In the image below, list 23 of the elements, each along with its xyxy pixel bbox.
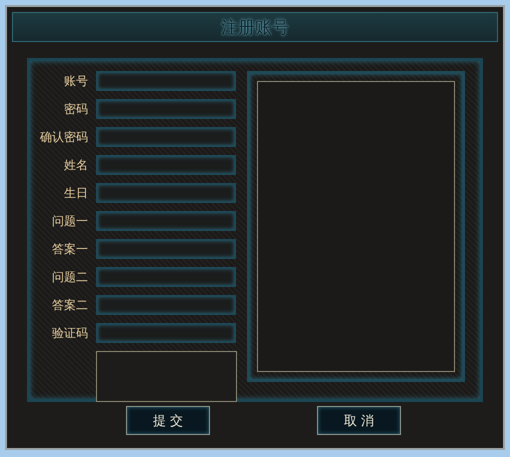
input-field[interactable] [96, 267, 236, 287]
dialog-button[interactable]: 提 交 [126, 406, 210, 435]
field-label: 姓名 [63, 156, 88, 174]
input-field[interactable] [96, 99, 236, 119]
field-label: 答案一 [51, 240, 88, 258]
window-title: 注册账号 [221, 16, 289, 38]
input-field[interactable] [96, 127, 236, 147]
field-label: 问题二 [51, 268, 88, 286]
input-field[interactable] [96, 295, 236, 315]
input-field[interactable] [96, 155, 236, 175]
field-label: 账号 [63, 72, 88, 90]
input-field[interactable] [96, 323, 236, 343]
input-field[interactable] [96, 183, 236, 203]
field-label: 密码 [63, 100, 88, 118]
field-label: 验证码 [51, 324, 88, 342]
field-label: 生日 [63, 184, 88, 202]
input-field[interactable] [96, 71, 236, 91]
input-field[interactable] [96, 211, 236, 231]
field-label: 确认密码 [39, 128, 88, 146]
field-label: 答案二 [51, 296, 88, 314]
dialog-button[interactable]: 取 消 [317, 406, 401, 435]
field-label: 问题一 [51, 212, 88, 230]
input-field[interactable] [96, 239, 236, 259]
